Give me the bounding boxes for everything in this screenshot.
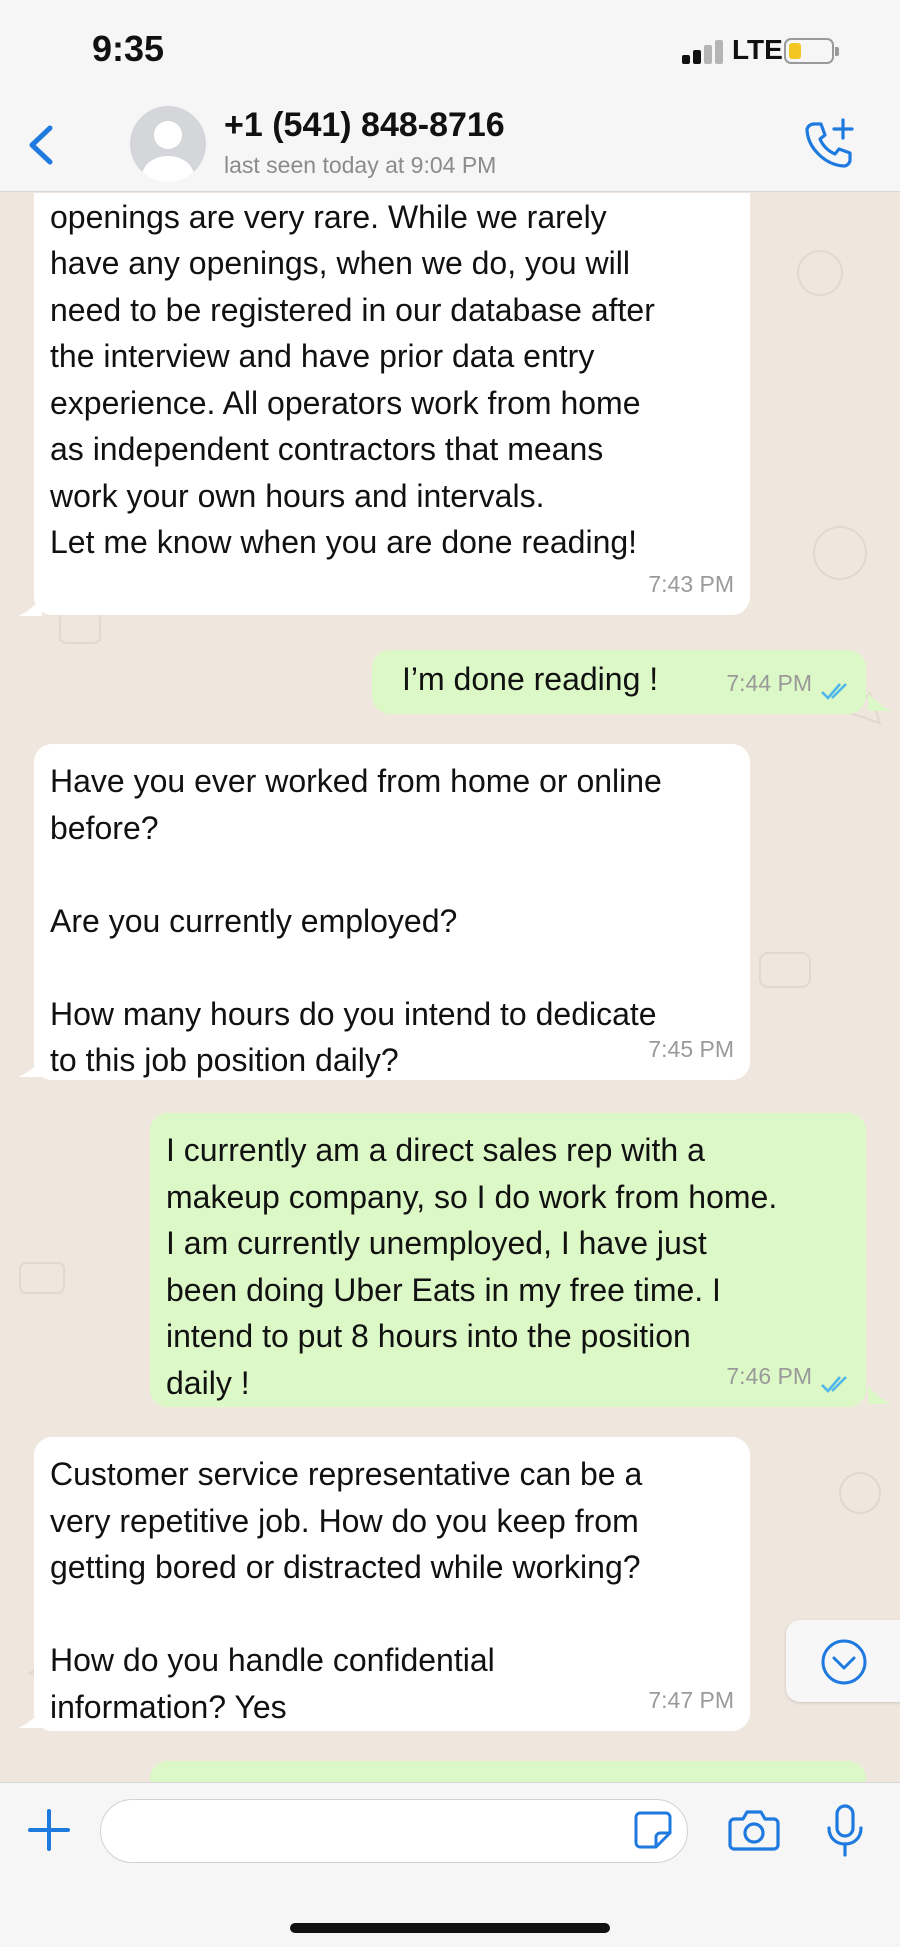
message-bubble-outgoing[interactable]: I’m done reading ! 7:44 PM [372,650,866,714]
message-time: 7:45 PM [648,1035,734,1062]
status-time: 9:35 [92,28,165,69]
message-text: Have you ever worked from home or online… [50,763,662,1078]
bubble-tail [18,1059,42,1077]
message-text: openings are very rare. While we rarely … [50,198,655,561]
microphone-icon[interactable] [822,1803,868,1859]
message-input-field[interactable] [100,1799,688,1863]
scroll-down-icon [821,1639,867,1685]
scroll-down-button[interactable] [786,1620,900,1702]
message-input[interactable] [121,1800,641,1860]
message-bubble-outgoing[interactable]: I currently am a direct sales rep with a… [150,1113,866,1407]
contact-name[interactable]: +1 (541) 848-8716 [224,106,505,145]
message-bubble-incoming[interactable]: Have you ever worked from home or online… [34,744,750,1080]
bubble-tail [18,598,42,616]
back-icon[interactable] [22,120,62,170]
message-time: 7:47 PM [648,1686,734,1713]
signal-icon [682,38,726,64]
home-indicator[interactable] [290,1923,610,1933]
chat-area[interactable]: openings are very rare. While we rarely … [0,193,900,1782]
plus-icon[interactable] [26,1807,72,1853]
message-time: 7:43 PM [648,570,734,597]
call-add-icon[interactable] [800,116,856,172]
camera-icon[interactable] [728,1807,780,1853]
battery-icon [784,38,839,64]
composer-bar [0,1782,900,1947]
message-bubble-incoming[interactable]: Customer service representative can be a… [34,1437,750,1731]
message-bubble-outgoing-partial[interactable] [150,1761,866,1782]
bubble-tail [868,693,892,711]
contact-last-seen: last seen today at 9:04 PM [224,152,497,178]
status-bar: 9:35 LTE [0,0,900,100]
sticker-icon[interactable] [632,1809,674,1851]
chat-header: +1 (541) 848-8716 last seen today at 9:0… [0,100,900,192]
bubble-tail [18,1710,42,1728]
double-check-icon [821,683,847,700]
network-label: LTE [732,34,783,65]
double-check-icon [821,1376,847,1393]
message-time: 7:46 PM [726,1362,812,1389]
message-text: Customer service representative can be a… [50,1456,643,1725]
message-time: 7:44 PM [726,669,812,696]
message-bubble-incoming[interactable]: openings are very rare. While we rarely … [34,193,750,615]
bubble-tail [868,1386,892,1404]
avatar[interactable] [130,106,206,182]
